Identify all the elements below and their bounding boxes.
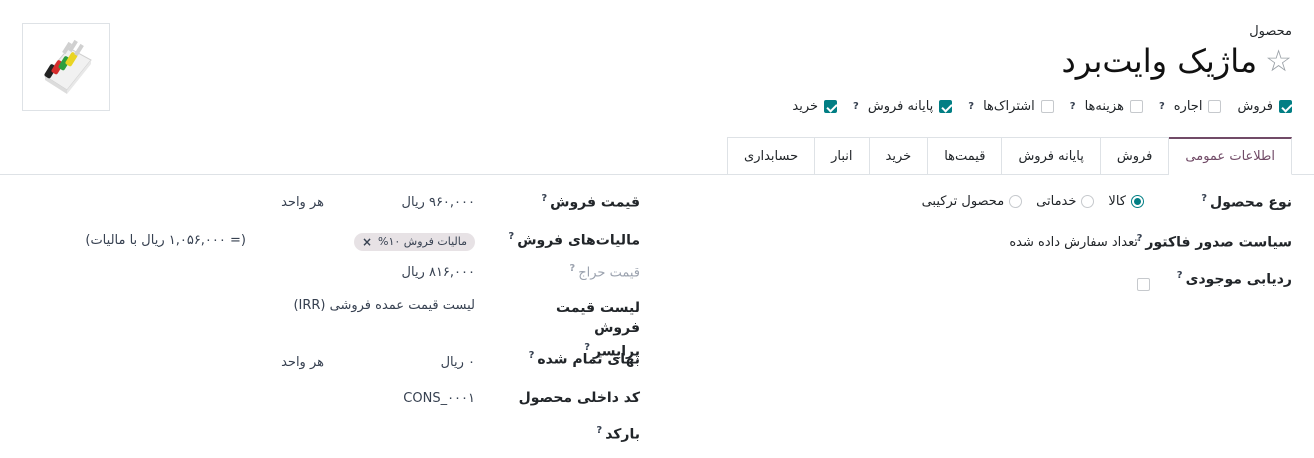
tab-point-of-sale[interactable]: پایانه فروش [1002,137,1101,175]
taxes-included-text: (= ۱,۰۵۶,۰۰۰ ریال با مالیات) [85,233,246,248]
sales-taxes-label: مالیات‌های فروش? [508,231,640,249]
tab-inventory[interactable]: انبار [815,137,870,175]
barcode-label: بارکد? [596,425,640,443]
option-expense[interactable]: هزینه‌ها? [1070,99,1143,114]
sales-price-unit: هر واحد [281,195,324,210]
product-options-row: فروش اجاره? هزینه‌ها? اشتراک‌ها? پایانه … [792,99,1292,114]
help-icon[interactable]: ? [853,101,859,112]
service-radio[interactable] [1081,195,1095,208]
tab-prices[interactable]: قیمت‌ها [928,137,1003,175]
cost-label: بهای تمام شده? [528,350,640,368]
sales-price-label: قیمت فروش? [541,193,640,211]
invoicing-policy-label: سیاست صدور فاکتور? [1136,233,1292,251]
help-icon[interactable]: ? [569,263,575,274]
expense-checkbox[interactable] [1129,100,1143,113]
combo-radio[interactable] [1009,195,1023,208]
purchase-checkbox[interactable] [824,100,838,113]
product-title-row: ☆ ماژیک وایت‌برد [1062,43,1292,79]
pricelist-value[interactable]: لیست قیمت عمده فروشی (IRR) [293,298,475,313]
product-type-label: نوع محصول? [1201,193,1292,211]
internal-reference-label: کد داخلی محصول [518,390,640,406]
tax-tag-label: مالیات فروش ۱۰% [378,235,467,248]
tab-general-information[interactable]: اطلاعات عمومی [1169,137,1292,175]
marker-set-image [44,39,92,94]
product-image[interactable] [22,23,110,111]
help-icon[interactable]: ? [529,350,535,361]
cost-input[interactable]: ۰ ریال [441,355,475,370]
internal-reference-input[interactable]: CONS_۰۰۰۱ [403,391,475,406]
pos-checkbox[interactable] [939,100,953,113]
radio-goods[interactable]: کالا [1108,194,1144,209]
discount-price-value: ۸۱۶,۰۰۰ ریال [401,265,475,280]
option-purchase[interactable]: خرید [792,99,838,114]
help-icon[interactable]: ? [1201,193,1207,204]
remove-tag-icon[interactable]: × [362,235,372,249]
track-inventory-checkbox[interactable] [1137,278,1150,291]
sale-checkbox[interactable] [1279,100,1292,113]
help-icon[interactable]: ? [1070,101,1076,112]
sales-taxes-field[interactable]: مالیات فروش ۱۰% × [353,230,475,251]
invoicing-policy-select[interactable]: تعداد سفارش داده شده [1009,235,1138,250]
option-subscription[interactable]: اشتراک‌ها? [968,99,1054,114]
help-icon[interactable]: ? [596,425,602,436]
sales-price-input[interactable]: ۹۶۰,۰۰۰ ریال [402,195,475,210]
cost-unit: هر واحد [281,355,324,370]
product-kind-label: محصول [1249,24,1292,39]
product-name-input[interactable]: ماژیک وایت‌برد [1062,43,1258,79]
option-pos[interactable]: پایانه فروش? [853,99,953,114]
option-sale[interactable]: فروش [1237,99,1292,114]
help-icon[interactable]: ? [508,231,514,242]
radio-combo[interactable]: محصول ترکیبی [922,194,1023,209]
discount-price-label: قیمت حراج? [569,263,640,281]
notebook-tabs: اطلاعات عمومی فروش پایانه فروش قیمت‌ها خ… [727,137,1292,175]
help-icon[interactable]: ? [1177,270,1183,281]
help-icon[interactable]: ? [541,193,547,204]
help-icon[interactable]: ? [968,101,974,112]
tab-accounting[interactable]: حسابداری [727,137,816,175]
option-rent[interactable]: اجاره? [1159,99,1222,114]
tab-sales[interactable]: فروش [1100,137,1170,175]
rent-checkbox[interactable] [1208,100,1222,113]
tab-purchase[interactable]: خرید [869,137,929,175]
track-inventory-label: ردیابی موجودی? [1176,270,1292,288]
tax-tag[interactable]: مالیات فروش ۱۰% × [353,232,475,251]
barcode-input[interactable] [325,425,475,443]
subscription-checkbox[interactable] [1040,100,1054,113]
product-type-radio-group: کالا خدماتی محصول ترکیبی [922,194,1144,209]
goods-radio[interactable] [1131,195,1144,208]
help-icon[interactable]: ? [1159,101,1165,112]
favorite-star-icon[interactable]: ☆ [1265,46,1292,77]
radio-service[interactable]: خدماتی [1036,194,1095,209]
